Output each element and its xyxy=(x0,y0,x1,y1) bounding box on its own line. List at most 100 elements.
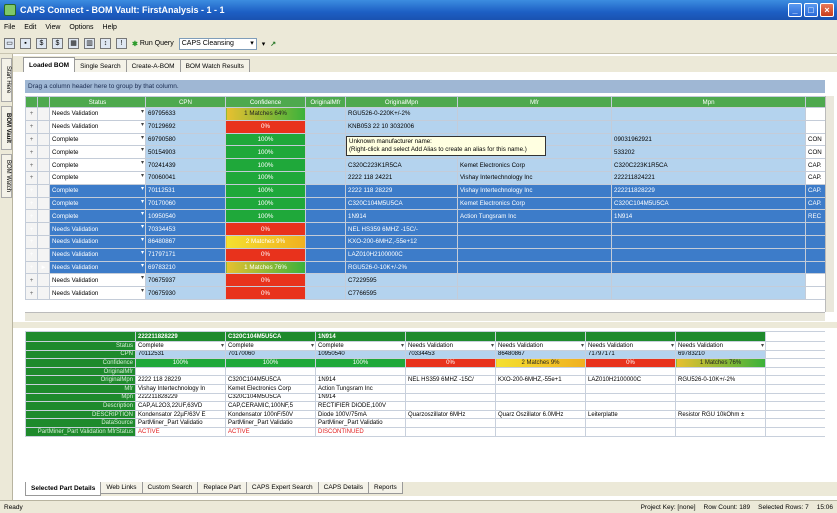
details-column-header[interactable]: 1N914 xyxy=(315,331,406,342)
tab-replace-part[interactable]: Replace Part xyxy=(197,482,247,494)
column-header-originalmpn[interactable]: OriginalMpn xyxy=(345,96,458,108)
close-button[interactable]: × xyxy=(820,3,834,17)
minimize-button[interactable]: _ xyxy=(788,3,802,17)
tab-bom-watch-results[interactable]: BOM Watch Results xyxy=(179,59,250,72)
details-column-header[interactable]: C320C104M5U5CA xyxy=(225,331,316,342)
status-cell[interactable]: Needs Validation xyxy=(49,273,146,288)
table-row[interactable]: + Complete70241439100% C320C223K1R5CAKemet… xyxy=(25,158,825,172)
tab-single-search[interactable]: Single Search xyxy=(74,59,127,72)
menu-file[interactable]: File xyxy=(4,24,15,31)
tab-selected-part-details[interactable]: Selected Part Details xyxy=(25,482,102,496)
menu-help[interactable]: Help xyxy=(103,24,117,31)
maximize-button[interactable]: □ xyxy=(804,3,818,17)
status-cell[interactable]: Complete xyxy=(49,183,146,198)
expand-toggle-icon[interactable]: + xyxy=(25,107,38,121)
details-cell[interactable]: Needs Validation xyxy=(585,341,676,351)
column-header-mfr[interactable]: Mfr xyxy=(457,96,612,108)
filter-icon[interactable]: ▦ xyxy=(68,38,79,49)
tab-loaded-bom[interactable]: Loaded BOM xyxy=(23,57,76,72)
column-header-confidence[interactable]: Confidence xyxy=(225,96,306,108)
status-cell[interactable]: Needs Validation xyxy=(49,247,146,262)
tab-create-a-bom[interactable]: Create-A-BOM xyxy=(125,59,181,72)
status-cell[interactable]: Complete xyxy=(49,196,146,211)
details-column-header[interactable] xyxy=(585,331,676,342)
expand-toggle-icon[interactable]: + xyxy=(25,132,38,147)
expand-toggle-icon[interactable]: + xyxy=(25,183,38,198)
column-header-cpn[interactable]: CPN xyxy=(145,96,226,108)
table-row[interactable]: + Needs Validation864808672 Matches 9% KXO… xyxy=(25,234,825,249)
expand-toggle-icon[interactable]: + xyxy=(25,286,38,300)
status-cell[interactable]: Complete xyxy=(49,158,146,172)
expand-toggle-icon[interactable]: + xyxy=(25,158,38,172)
status-cell[interactable]: Needs Validation xyxy=(49,286,146,300)
status-cell[interactable]: Needs Validation xyxy=(49,234,146,249)
table-row[interactable]: + Complete70060041100% 2222 118 24221Visha… xyxy=(25,170,825,185)
column-header-originalmfr[interactable]: OriginalMfr xyxy=(305,96,346,108)
open-icon[interactable]: ▭ xyxy=(4,38,15,49)
query-select[interactable]: CAPS Cleansing xyxy=(178,37,257,50)
details-cell[interactable]: Needs Validation xyxy=(495,341,586,351)
status-cell[interactable]: Needs Validation xyxy=(49,119,146,134)
dropdown-arrow-icon[interactable]: ▾ xyxy=(262,40,266,48)
info-icon[interactable]: ! xyxy=(116,38,127,49)
status-cell[interactable]: Needs Validation xyxy=(49,260,146,275)
side-tab-bom-watch[interactable]: BOM Watch xyxy=(1,154,12,198)
expand-toggle-icon[interactable]: + xyxy=(25,145,38,160)
table-row[interactable]: + Complete10950540100% 1N914Action Tungsra… xyxy=(25,209,825,224)
tab-custom-search[interactable]: Custom Search xyxy=(141,482,199,494)
table-row[interactable]: + Needs Validation697956331 Matches 64% RG… xyxy=(25,107,825,121)
table-row[interactable]: + Needs Validation703344530% NEL HS359 6MH… xyxy=(25,222,825,236)
expand-toggle-icon[interactable]: + xyxy=(25,234,38,249)
status-cell[interactable]: Needs Validation xyxy=(49,222,146,236)
cost-icon[interactable]: $ xyxy=(36,38,47,49)
price-icon[interactable]: $ xyxy=(52,38,63,49)
expand-toggle-icon[interactable]: + xyxy=(25,119,38,134)
column-header-mpn[interactable]: Mpn xyxy=(611,96,806,108)
table-row[interactable]: + Needs Validation706759300% C7766595 xyxy=(25,286,825,300)
menu-view[interactable]: View xyxy=(45,24,60,31)
tab-reports[interactable]: Reports xyxy=(368,482,403,494)
details-column-header[interactable]: 222211828229 xyxy=(135,331,226,342)
columns-icon[interactable]: ▥ xyxy=(84,38,95,49)
table-row[interactable]: + Complete70112531100% 2222 118 28229Visha… xyxy=(25,183,825,198)
expand-toggle-icon[interactable]: + xyxy=(25,222,38,236)
table-row[interactable]: + Needs Validation701296920% KNB053 22 10 … xyxy=(25,119,825,134)
details-column-header[interactable] xyxy=(675,331,766,342)
details-cell[interactable]: Needs Validation xyxy=(675,341,766,351)
side-tab-bom-vault[interactable]: BOM Vault xyxy=(1,106,12,150)
details-cell[interactable]: Complete xyxy=(225,341,316,351)
details-cell[interactable]: Complete xyxy=(135,341,226,351)
tab-caps-details[interactable]: CAPS Details xyxy=(317,482,369,494)
table-row[interactable]: + Needs Validation717971710% LAZ010H210000… xyxy=(25,247,825,262)
sort-icon[interactable]: ↕ xyxy=(100,38,111,49)
grid-horizontal-scrollbar[interactable] xyxy=(25,312,825,321)
chart-icon[interactable]: ↗ xyxy=(270,40,276,48)
expand-toggle-icon[interactable]: + xyxy=(25,196,38,211)
menu-edit[interactable]: Edit xyxy=(24,24,36,31)
group-by-hint[interactable]: Drag a column header here to group by th… xyxy=(25,80,825,93)
status-cell[interactable]: Needs Validation xyxy=(49,107,146,121)
status-cell[interactable]: Complete xyxy=(49,170,146,185)
save-icon[interactable]: ▪ xyxy=(20,38,31,49)
status-cell[interactable]: Complete xyxy=(49,145,146,160)
tab-caps-expert-search[interactable]: CAPS Expert Search xyxy=(245,482,319,494)
tab-web-links[interactable]: Web Links xyxy=(100,482,143,494)
status-cell[interactable]: Complete xyxy=(49,132,146,147)
expand-toggle-icon[interactable]: + xyxy=(25,247,38,262)
details-cell[interactable]: Needs Validation xyxy=(405,341,496,351)
table-row[interactable]: +►Needs Validation697832101 Matches 76% R… xyxy=(25,260,825,275)
panel-splitter[interactable] xyxy=(13,322,837,328)
details-cell[interactable]: Complete xyxy=(315,341,406,351)
table-row[interactable]: + Complete70170060100% C320C104M5U5CAKemet… xyxy=(25,196,825,211)
table-row[interactable]: + Needs Validation706759370% C7229595 xyxy=(25,273,825,288)
expand-toggle-icon[interactable]: + xyxy=(25,170,38,185)
details-column-header[interactable] xyxy=(405,331,496,342)
details-column-header[interactable] xyxy=(495,331,586,342)
column-header-status[interactable]: Status xyxy=(49,96,146,108)
column-header-extra[interactable] xyxy=(805,96,825,108)
expand-toggle-icon[interactable]: + xyxy=(25,209,38,224)
side-tab-start-here[interactable]: Start Here xyxy=(1,58,12,102)
expand-toggle-icon[interactable]: + xyxy=(25,273,38,288)
expand-toggle-icon[interactable]: + xyxy=(25,260,38,275)
run-query-button[interactable]: ✱ Run Query xyxy=(132,40,174,48)
